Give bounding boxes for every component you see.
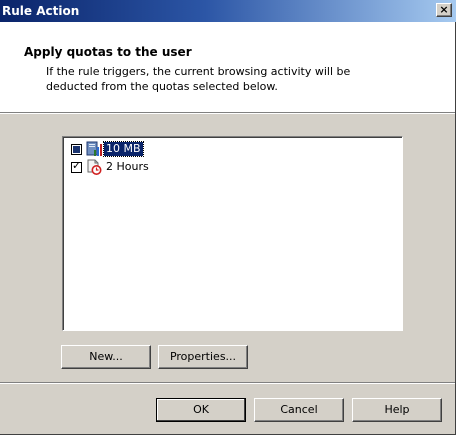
footer-separator	[0, 382, 455, 384]
header-description: If the rule triggers, the current browsi…	[46, 65, 351, 93]
time-quota-icon	[87, 159, 102, 175]
window-title: Rule Action	[2, 4, 80, 18]
list-item[interactable]: 10 MB	[71, 141, 144, 157]
rule-action-dialog: Rule Action × Apply quotas to the user I…	[0, 0, 456, 435]
quota-checkbox[interactable]	[71, 143, 82, 155]
quota-list[interactable]: 10 MB ✓ 2 Hours	[62, 136, 403, 331]
header-separator	[0, 112, 455, 114]
new-button[interactable]: New...	[61, 345, 151, 369]
cancel-button[interactable]: Cancel	[254, 398, 344, 422]
title-bar[interactable]: Rule Action ×	[0, 0, 456, 22]
help-button[interactable]: Help	[352, 398, 442, 422]
list-item[interactable]: ✓ 2 Hours	[71, 159, 151, 175]
close-button[interactable]: ×	[436, 3, 452, 17]
quota-label: 2 Hours	[106, 160, 149, 173]
properties-button[interactable]: Properties...	[158, 345, 248, 369]
dialog-header: Apply quotas to the user If the rule tri…	[0, 22, 455, 112]
header-title: Apply quotas to the user	[24, 45, 192, 59]
quota-label: 10 MB	[103, 141, 144, 157]
quota-checkbox[interactable]: ✓	[71, 159, 82, 173]
ok-button[interactable]: OK	[156, 398, 246, 422]
size-quota-icon	[86, 141, 102, 156]
